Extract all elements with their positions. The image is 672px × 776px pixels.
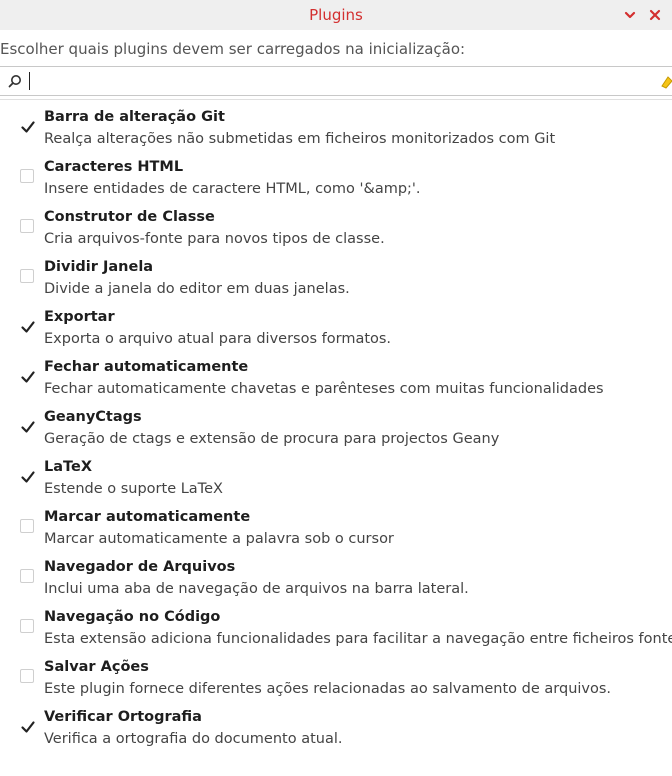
list-item[interactable]: Salvar Ações Este plugin fornece diferent…: [0, 658, 672, 708]
search-input[interactable]: [0, 66, 672, 96]
plugin-checkbox[interactable]: [20, 219, 34, 233]
plugin-description: Realça alterações não submetidas em fich…: [44, 131, 556, 147]
plugin-description: Insere entidades de caractere HTML, como…: [44, 181, 421, 197]
dialog-instructions: Escolher quais plugins devem ser carrega…: [0, 40, 466, 58]
plugin-checkbox[interactable]: [20, 419, 35, 433]
plugin-checkbox[interactable]: [20, 469, 35, 483]
list-item[interactable]: Fechar automaticamente Fechar automaticam…: [0, 358, 672, 408]
plugin-description: Divide a janela do editor em duas janela…: [44, 281, 350, 297]
title-bar: Plugins: [0, 0, 672, 30]
plugin-list: Barra de alteração Git Realça alterações …: [0, 108, 672, 758]
plugin-checkbox[interactable]: [20, 169, 34, 183]
list-item[interactable]: Exportar Exporta o arquivo atual para div…: [0, 308, 672, 358]
plugin-checkbox[interactable]: [20, 519, 34, 533]
plugin-description: Esta extensão adiciona funcionalidades p…: [44, 631, 672, 647]
plugin-name: Construtor de Classe: [44, 209, 215, 225]
list-item[interactable]: Barra de alteração Git Realça alterações …: [0, 108, 672, 158]
list-item[interactable]: Caracteres HTML Insere entidades de carac…: [0, 158, 672, 208]
plugin-checkbox[interactable]: [20, 669, 34, 683]
plugin-name: Salvar Ações: [44, 659, 149, 675]
list-item[interactable]: LaTeX Estende o suporte LaTeX: [0, 458, 672, 508]
list-item[interactable]: Construtor de Classe Cria arquivos-fonte …: [0, 208, 672, 258]
plugin-name: Caracteres HTML: [44, 159, 184, 175]
plugin-description: Cria arquivos-fonte para novos tipos de …: [44, 231, 385, 247]
plugin-description: Fechar automaticamente chavetas e parênt…: [44, 381, 604, 397]
plugin-description: Marcar automaticamente a palavra sob o c…: [44, 531, 394, 547]
plugin-name: Dividir Janela: [44, 259, 154, 275]
plugin-description: Inclui uma aba de navegação de arquivos …: [44, 581, 469, 597]
text-caret: [29, 72, 30, 90]
plugin-name: GeanyCtags: [44, 409, 142, 425]
plugin-checkbox[interactable]: [20, 719, 35, 733]
plugin-name: Fechar automaticamente: [44, 359, 249, 375]
plugin-checkbox[interactable]: [20, 619, 34, 633]
list-item[interactable]: Verificar Ortografia Verifica a ortografi…: [0, 708, 672, 758]
plugin-checkbox[interactable]: [20, 369, 35, 383]
plugin-description: Verifica a ortografia do documento atual…: [44, 731, 343, 747]
close-icon[interactable]: [647, 7, 663, 23]
plugin-description: Estende o suporte LaTeX: [44, 481, 223, 497]
plugin-name: LaTeX: [44, 459, 93, 475]
list-item[interactable]: Navegação no Código Esta extensão adicion…: [0, 608, 672, 658]
plugin-checkbox[interactable]: [20, 569, 34, 583]
list-item[interactable]: GeanyCtags Geração de ctags e extensão de…: [0, 408, 672, 458]
plugin-name: Navegador de Arquivos: [44, 559, 236, 575]
list-item[interactable]: Marcar automaticamente Marcar automaticam…: [0, 508, 672, 558]
window-title: Plugins: [309, 6, 363, 24]
plugin-name: Verificar Ortografia: [44, 709, 202, 725]
plugin-description: Geração de ctags e extensão de procura p…: [44, 431, 500, 447]
plugin-description: Este plugin fornece diferentes ações rel…: [44, 681, 612, 697]
list-item[interactable]: Navegador de Arquivos Inclui uma aba de n…: [0, 558, 672, 608]
plugin-description: Exporta o arquivo atual para diversos fo…: [44, 331, 392, 347]
plugin-name: Marcar automaticamente: [44, 509, 251, 525]
plugin-name: Barra de alteração Git: [44, 109, 225, 125]
plugin-checkbox[interactable]: [20, 269, 34, 283]
divider: [0, 99, 672, 100]
plugin-name: Navegação no Código: [44, 609, 221, 625]
chevron-down-icon[interactable]: [622, 7, 638, 23]
plugin-checkbox[interactable]: [20, 319, 35, 333]
search-icon: [7, 73, 23, 89]
plugin-name: Exportar: [44, 309, 115, 325]
plugin-checkbox[interactable]: [20, 119, 35, 133]
clear-icon[interactable]: [660, 73, 672, 89]
list-item[interactable]: Dividir Janela Divide a janela do editor …: [0, 258, 672, 308]
